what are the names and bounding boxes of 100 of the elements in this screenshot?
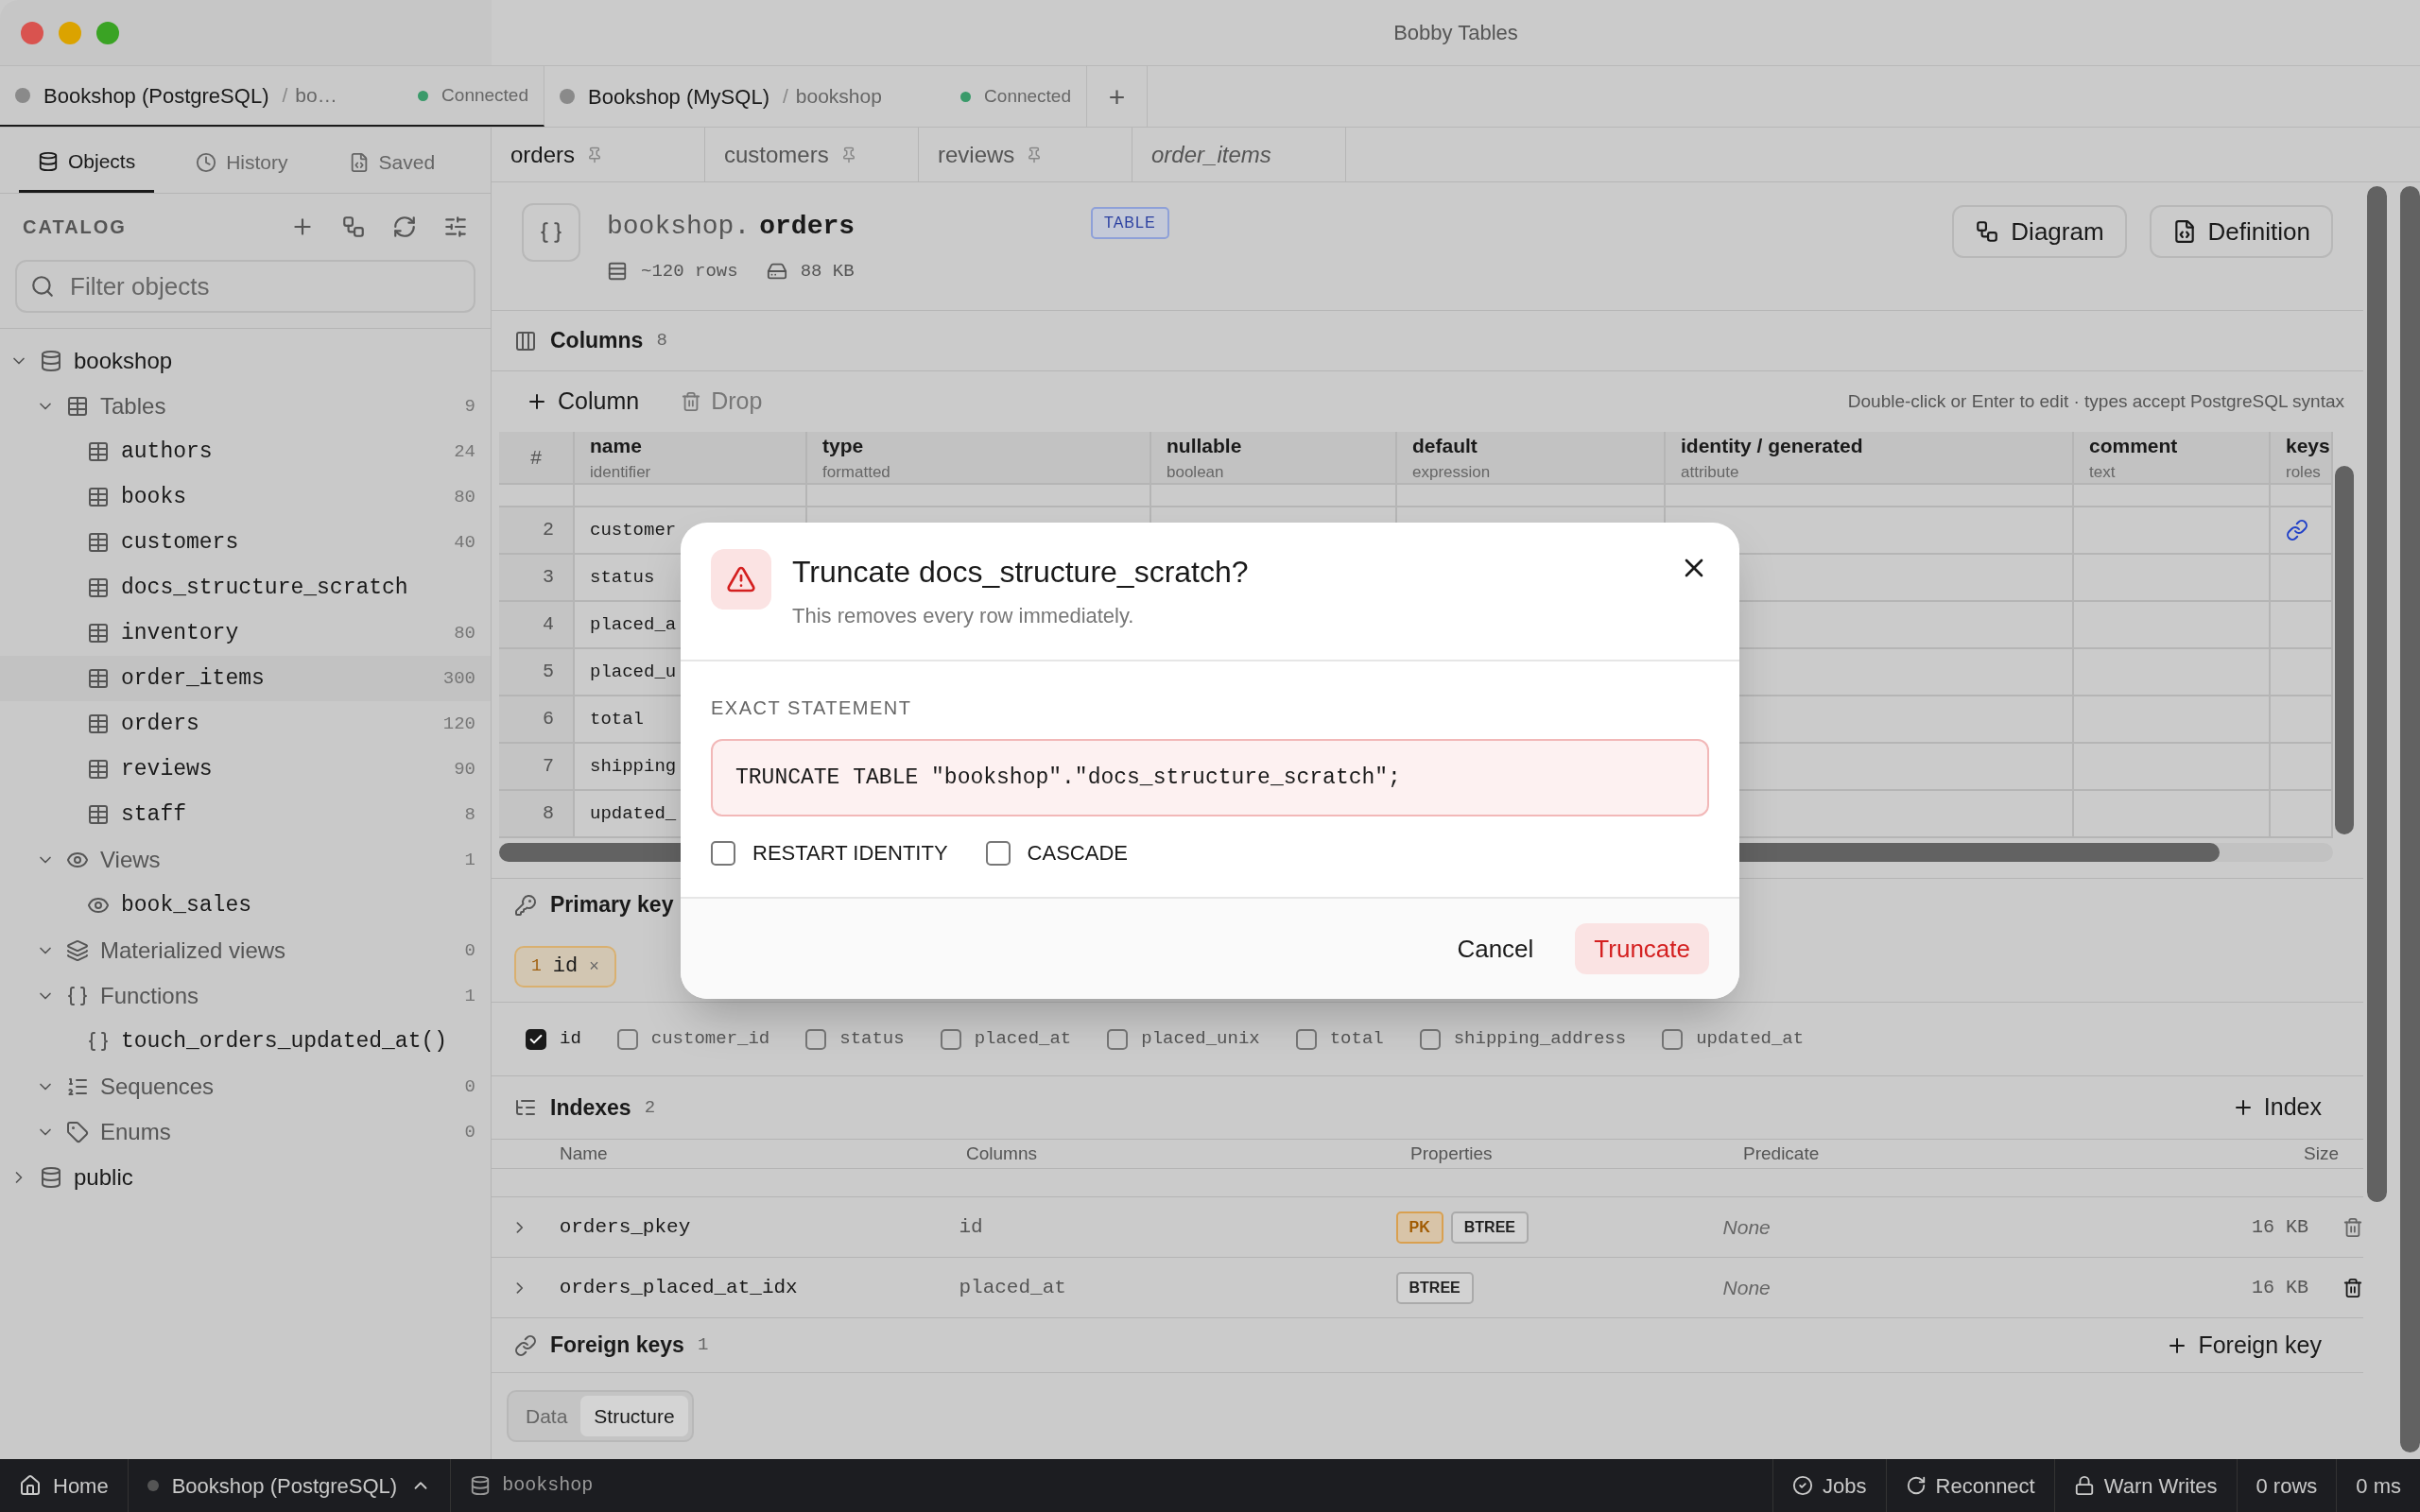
table-cell-text: updated_ (590, 801, 677, 826)
status-button[interactable]: Jobs (1772, 1459, 1886, 1512)
diagram-button[interactable]: Diagram (1952, 205, 2127, 258)
path-separator: / (282, 83, 288, 109)
checkbox[interactable] (1662, 1028, 1684, 1050)
add-column-button[interactable]: Column (526, 384, 640, 420)
tree-item[interactable]: Tables 9 (0, 384, 491, 429)
sidebar-tab[interactable]: Objects (19, 132, 155, 193)
section-title: Primary key (550, 891, 674, 919)
tree-item[interactable]: bookshop (0, 338, 491, 384)
tree-item[interactable]: Enums 0 (0, 1109, 491, 1155)
connection-switcher[interactable]: Bookshop (PostgreSQL) (128, 1459, 452, 1512)
connection-tab[interactable]: Bookshop (PostgreSQL) / bo… Connected (0, 66, 544, 127)
status-button[interactable]: Reconnect (1885, 1459, 2054, 1512)
table-cell-text: customer (590, 518, 677, 542)
index-name: orders_pkey (559, 1215, 691, 1238)
filter-settings-icon[interactable] (443, 215, 468, 239)
checkbox-label: id (560, 1027, 581, 1052)
object-tab[interactable]: reviews (919, 128, 1132, 181)
checkbox[interactable] (616, 1028, 638, 1050)
tree-item[interactable]: orders 120 (0, 701, 491, 747)
vertical-scrollbar[interactable] (2400, 186, 2420, 1452)
home-button[interactable]: Home (0, 1459, 129, 1512)
path-separator: / (782, 84, 788, 110)
tree-item[interactable]: public (0, 1155, 491, 1200)
row-number: 4 (543, 612, 554, 637)
search-icon (30, 274, 55, 299)
remove-chip-button[interactable]: × (589, 954, 599, 979)
diagram-icon[interactable] (341, 215, 366, 239)
edit-hint: Double-click or Enter to edit · types accept PostgreSQL syntax (1847, 389, 2344, 413)
checkbox[interactable] (1295, 1028, 1317, 1050)
connection-status: Connected (984, 84, 1071, 108)
vertical-scrollbar[interactable] (2367, 186, 2387, 1202)
connection-name: Bookshop (MySQL) (588, 83, 769, 111)
key-chip[interactable]: 1 id × (514, 945, 616, 988)
add-foreign-key-button[interactable]: Foreign key (2166, 1327, 2322, 1364)
trash-icon[interactable] (2342, 1277, 2363, 1298)
tree-item[interactable]: Views 1 (0, 837, 491, 883)
object-tab[interactable]: customers (705, 128, 919, 181)
tree-item[interactable]: books 80 (0, 474, 491, 520)
refresh-icon[interactable] (392, 215, 417, 239)
view-switch-option[interactable]: Structure (580, 1395, 688, 1437)
tree-item[interactable]: customers 40 (0, 520, 491, 565)
tree-item[interactable]: Functions 1 (0, 973, 491, 1019)
database-name: bo… (295, 83, 337, 109)
braces-icon (87, 1030, 110, 1053)
status-button[interactable]: Warn Writes (2053, 1459, 2237, 1512)
tree-item[interactable]: reviews 90 (0, 747, 491, 792)
vertical-scrollbar[interactable] (2335, 466, 2354, 834)
tree-item[interactable]: authors 24 (0, 429, 491, 474)
tree-item[interactable]: book_sales (0, 883, 491, 928)
table-cell-text: placed_u (590, 660, 677, 684)
tree-item[interactable]: inventory 80 (0, 610, 491, 656)
column-header: name identifier (575, 432, 807, 483)
checkbox[interactable] (526, 1028, 546, 1050)
column-header: Columns (966, 1143, 1037, 1163)
checkbox[interactable] (985, 840, 1011, 866)
database-name: bookshop (795, 84, 882, 110)
tree-item[interactable]: order_items 300 (0, 656, 491, 701)
chip-order: 1 (531, 955, 542, 977)
add-index-button[interactable]: Index (2231, 1090, 2322, 1125)
definition-button[interactable]: Definition (2149, 205, 2333, 258)
table-icon (87, 531, 110, 554)
table-cell-text: total (590, 707, 644, 731)
object-tab[interactable]: orders (492, 128, 705, 181)
checkbox[interactable] (1107, 1028, 1129, 1050)
table-name: orders (759, 211, 856, 243)
tree-item[interactable]: touch_orders_updated_at() (0, 1019, 491, 1064)
section-count: 2 (644, 1095, 656, 1120)
truncate-button[interactable]: Truncate (1575, 923, 1709, 974)
statement-label: EXACT STATEMENT (711, 696, 913, 720)
checkbox[interactable] (805, 1028, 827, 1050)
home-icon (19, 1474, 42, 1497)
tree-item[interactable]: Sequences 0 (0, 1064, 491, 1109)
column-header: Size (2304, 1143, 2339, 1163)
link-icon (514, 1333, 537, 1357)
close-window-icon[interactable] (21, 21, 43, 44)
tree-item[interactable]: staff 8 (0, 792, 491, 837)
filter-field[interactable]: Filter objects (15, 260, 475, 313)
option-label: CASCADE (1027, 840, 1128, 867)
checkbox[interactable] (711, 840, 735, 866)
table-icon (87, 440, 110, 463)
new-tab-button[interactable]: + (1087, 66, 1148, 127)
object-tab[interactable]: order_items (1132, 128, 1346, 181)
trash-icon (681, 391, 702, 412)
checkbox[interactable] (940, 1028, 961, 1050)
tree-item[interactable]: docs_structure_scratch (0, 565, 491, 610)
clock-icon (196, 152, 217, 173)
table-icon (87, 713, 110, 735)
cancel-button[interactable]: Cancel (1438, 923, 1553, 974)
index-size: 16 KB (2251, 1276, 2308, 1298)
warning-icon (726, 564, 756, 594)
column-header: keys roles (2271, 432, 2333, 483)
connection-tab[interactable]: Bookshop (MySQL) / bookshop Connected (544, 66, 1087, 127)
section-title: Indexes (550, 1093, 631, 1122)
database-icon (38, 150, 59, 172)
table-icon (87, 667, 110, 690)
tree-item[interactable]: Materialized views 0 (0, 928, 491, 973)
checkbox[interactable] (1419, 1028, 1441, 1050)
status-text: 0 rows (2236, 1459, 2337, 1512)
